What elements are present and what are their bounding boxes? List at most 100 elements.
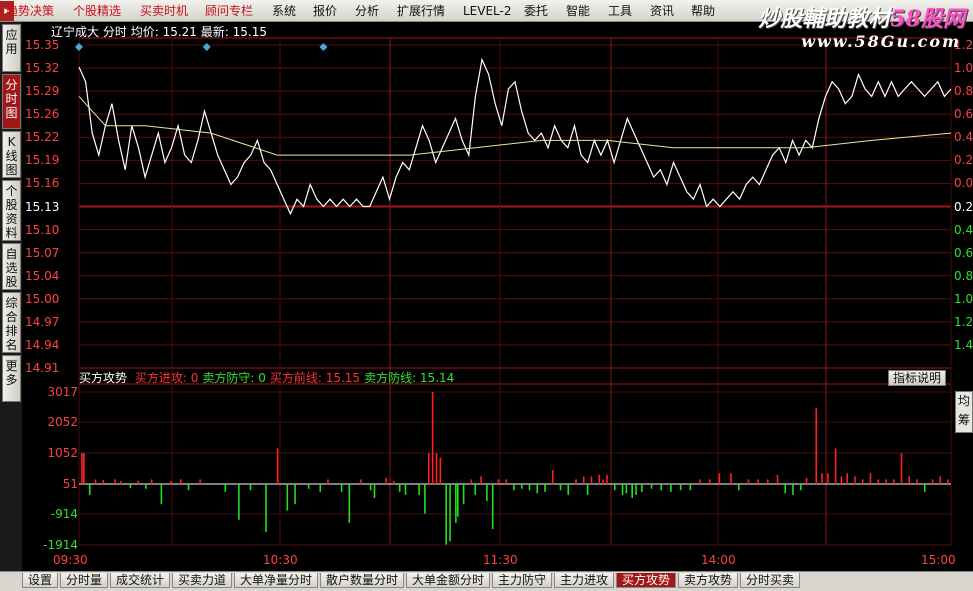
price-tick-label: 15.16 bbox=[25, 176, 60, 191]
bottom-tab-7[interactable]: 主力防守 bbox=[492, 573, 552, 588]
chart-canvas bbox=[75, 37, 952, 546]
brand-watermark: 炒股輔助教材58股网 www.58Gu.com bbox=[752, 0, 973, 58]
price-tick-label: 15.00 bbox=[25, 291, 60, 306]
side-tab-0[interactable]: 应用 bbox=[2, 24, 21, 72]
percent-tick-label: 0.62 bbox=[954, 245, 973, 260]
bottom-tab-4[interactable]: 大单净量分时 bbox=[234, 573, 318, 588]
indicator-panel-frame bbox=[78, 383, 952, 546]
time-tick-label: 11:30 bbox=[483, 553, 518, 567]
bottom-tab-0[interactable]: 设置 bbox=[22, 573, 58, 588]
percent-tick-label: 0.4 bbox=[954, 222, 973, 237]
price-tick-label: 15.26 bbox=[25, 107, 60, 122]
side-tab-2[interactable]: K线图 bbox=[2, 131, 21, 178]
menu-item-8[interactable]: LEVEL-2 bbox=[463, 3, 512, 19]
price-tick-label: 14.97 bbox=[25, 314, 60, 329]
price-tick-label: 15.35 bbox=[25, 38, 60, 52]
bottom-tab-11[interactable]: 分时买卖 bbox=[740, 573, 800, 588]
side-tab-4[interactable]: 自选股 bbox=[2, 243, 21, 290]
bottom-tab-1[interactable]: 分时量 bbox=[60, 573, 108, 588]
signal-diamond-icon bbox=[202, 43, 211, 51]
indicator-explain-button[interactable]: 指标说明 bbox=[888, 370, 946, 386]
bottom-tab-3[interactable]: 买卖力道 bbox=[172, 573, 232, 588]
price-tick-label: 15.13 bbox=[25, 199, 60, 214]
time-tick-label: 14:00 bbox=[701, 553, 736, 567]
side-tab-1[interactable]: 分时图 bbox=[2, 74, 21, 129]
side-tab-3[interactable]: 个股资料 bbox=[2, 180, 21, 241]
indicator-item-2: 买方前线: 15.15 bbox=[269, 371, 361, 385]
time-tick-label: 09:30 bbox=[53, 553, 88, 567]
right-side-box[interactable]: 均 筹 bbox=[955, 391, 973, 433]
indicator-item-1: 卖方防守: 0 bbox=[202, 371, 266, 385]
menu-item-6[interactable]: 分析 bbox=[355, 3, 379, 19]
bottom-tab-5[interactable]: 散户数量分时 bbox=[320, 573, 404, 588]
percent-tick-label: 1.4 bbox=[954, 337, 973, 352]
bottom-tab-10[interactable]: 卖方攻势 bbox=[678, 573, 738, 588]
menu-item-2[interactable]: 买卖时机 bbox=[140, 3, 188, 19]
time-tick-label: 15:00 bbox=[921, 553, 956, 567]
indicator-tick-label: -914 bbox=[50, 506, 78, 521]
price-tick-label: 15.10 bbox=[25, 222, 60, 237]
percent-tick-label: 1.02 bbox=[954, 291, 973, 306]
bottom-tab-6[interactable]: 大单金额分时 bbox=[406, 573, 490, 588]
price-line bbox=[78, 57, 952, 216]
indicator-item-3: 卖方防线: 15.14 bbox=[364, 371, 455, 385]
last-label: 最新: bbox=[200, 25, 229, 39]
menu-item-9[interactable]: 委托 bbox=[524, 3, 548, 19]
indicator-tick-label: 3017 bbox=[47, 385, 78, 399]
avg-label: 均价: bbox=[130, 25, 159, 39]
menu-item-3[interactable]: 顾问专栏 bbox=[205, 3, 253, 19]
indicator-name: 买方攻势 bbox=[79, 371, 128, 385]
intraday-chart: 辽宁成大 分时 均价: 15.21 最新: 15.15 买方攻势 买方进攻: 0… bbox=[22, 22, 973, 571]
menu-item-10[interactable]: 智能 bbox=[566, 3, 590, 19]
indicator-tick-label: 1052 bbox=[47, 445, 78, 460]
price-tick-label: 15.19 bbox=[25, 153, 60, 168]
percent-tick-label: 0.8 bbox=[954, 268, 973, 283]
indicator-tick-label: 51 bbox=[62, 477, 78, 492]
indicator-tick-label: 2052 bbox=[47, 414, 78, 429]
right-box-avg: 均 bbox=[957, 394, 970, 408]
bottom-tab-9[interactable]: 买方攻势 bbox=[616, 573, 676, 588]
side-tab-bar: 应用分时图 K线图个股资料自选股综合排名更多 bbox=[0, 22, 22, 591]
percent-tick-label: 1.0 bbox=[954, 61, 973, 76]
menu-item-1[interactable]: 个股精选 bbox=[73, 3, 121, 19]
side-tab-6[interactable]: 更多 bbox=[2, 355, 21, 402]
avg-value: 15.21 bbox=[162, 25, 197, 39]
bottom-tab-8[interactable]: 主力进攻 bbox=[554, 573, 614, 588]
stock-name: 辽宁成大 bbox=[51, 25, 100, 39]
avg-price-line bbox=[78, 96, 952, 156]
right-box-chips: 筹 bbox=[957, 413, 970, 427]
menu-item-0[interactable]: 趋势决策 bbox=[6, 3, 54, 19]
brand-title: 炒股輔助教材58股网 bbox=[758, 6, 965, 32]
chart-header: 辽宁成大 分时 均价: 15.21 最新: 15.15 bbox=[51, 25, 267, 39]
price-tick-label: 15.22 bbox=[25, 130, 60, 145]
bottom-tab-2[interactable]: 成交统计 bbox=[110, 573, 170, 588]
price-panel-frame bbox=[78, 37, 952, 369]
price-tick-label: 15.04 bbox=[25, 268, 60, 283]
signal-diamond-icon bbox=[75, 43, 83, 51]
menu-item-13[interactable]: 帮助 bbox=[691, 3, 715, 19]
percent-tick-label: 0.62 bbox=[954, 107, 973, 122]
bottom-tab-bar: 设置 分时量 成交统计 买卖力道 大单净量分时 散户数量分时 大单金额分时 主力防守 主力进攻买… bbox=[0, 571, 973, 591]
indicator-item-0: 买方进攻: 0 bbox=[134, 371, 199, 385]
percent-tick-label: 0.2 bbox=[954, 153, 973, 168]
side-tab-5[interactable]: 综合排名 bbox=[2, 292, 21, 353]
percent-tick-label: 0.8 bbox=[954, 84, 973, 99]
chart-mode: 分时 bbox=[102, 25, 127, 39]
price-tick-label: 14.94 bbox=[25, 337, 60, 352]
signal-diamond-icon bbox=[319, 43, 328, 51]
brand-url: www.58Gu.com bbox=[801, 32, 961, 51]
menu-item-12[interactable]: 资讯 bbox=[650, 3, 674, 19]
menu-item-5[interactable]: 报价 bbox=[313, 3, 337, 19]
percent-tick-label: 0.42 bbox=[954, 130, 973, 145]
menu-item-7[interactable]: 扩展行情 bbox=[397, 3, 445, 19]
percent-tick-label: 1.2 bbox=[954, 314, 973, 329]
price-tick-label: 15.29 bbox=[25, 84, 60, 99]
menu-item-11[interactable]: 工具 bbox=[608, 3, 632, 19]
menu-item-4[interactable]: 系统 bbox=[272, 3, 296, 19]
price-tick-label: 15.07 bbox=[25, 245, 60, 260]
percent-tick-label: 0.2 bbox=[954, 199, 973, 214]
price-tick-label: 15.32 bbox=[25, 61, 60, 76]
indicator-header: 买方攻势 买方进攻: 0 卖方防守: 0 买方前线: 15.15 卖方防线: 15.1… bbox=[79, 371, 454, 385]
indicator-tick-label: -1914 bbox=[43, 538, 78, 552]
time-tick-label: 10:30 bbox=[263, 553, 298, 567]
